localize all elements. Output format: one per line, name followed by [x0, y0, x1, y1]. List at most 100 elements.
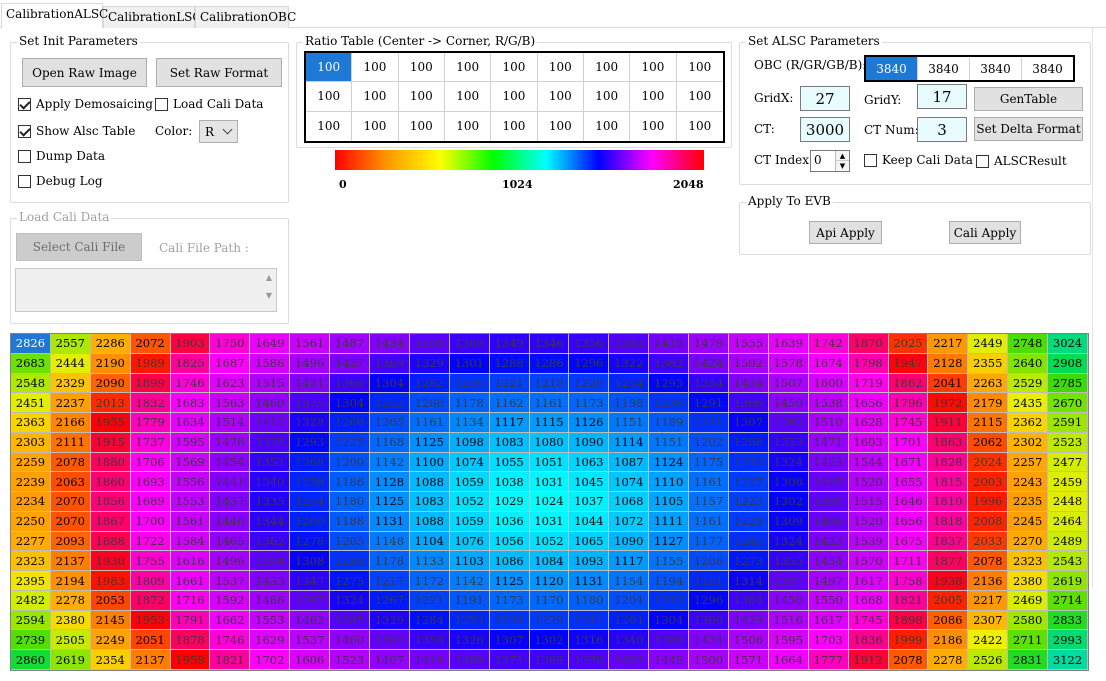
- alsc-grid-cell[interactable]: 1507: [768, 373, 809, 394]
- alsc-grid-cell[interactable]: 1105: [649, 492, 690, 512]
- alsc-grid-cell[interactable]: 1162: [489, 393, 530, 414]
- alsc-grid-cell[interactable]: 1649: [250, 334, 291, 354]
- alsc-grid-cell[interactable]: 1953: [130, 610, 171, 631]
- alsc-grid-cell[interactable]: 2449: [968, 334, 1009, 354]
- alsc-grid-cell[interactable]: 2062: [968, 432, 1009, 453]
- alsc-grid-cell[interactable]: 1074: [609, 472, 650, 493]
- alsc-grid-cell[interactable]: 2078: [50, 452, 91, 473]
- alsc-grid-cell[interactable]: 1090: [569, 432, 610, 453]
- alsc-grid-cell[interactable]: 1326: [449, 630, 490, 651]
- alsc-grid-cell[interactable]: 1278: [290, 531, 331, 552]
- alsc-grid-cell[interactable]: 1241: [569, 610, 610, 631]
- alsc-grid-cell[interactable]: 2086: [928, 610, 969, 631]
- alsc-grid-cell[interactable]: 1860: [90, 472, 131, 493]
- alsc-grid-cell[interactable]: 1037: [569, 492, 610, 512]
- alsc-grid-cell[interactable]: 1170: [529, 590, 570, 611]
- alsc-grid-cell[interactable]: 2580: [1008, 610, 1049, 631]
- alsc-grid-cell[interactable]: 1286: [529, 353, 570, 374]
- alsc-grid-cell[interactable]: 1553: [250, 610, 291, 631]
- alsc-grid-cell[interactable]: 2448: [1048, 492, 1088, 512]
- alsc-grid-cell[interactable]: 1044: [569, 511, 610, 532]
- alsc-grid-cell[interactable]: 1683: [170, 393, 211, 414]
- alsc-grid-cell[interactable]: 1142: [449, 571, 490, 591]
- alsc-grid-cell[interactable]: 1080: [529, 432, 570, 453]
- alsc-grid-cell[interactable]: 1628: [848, 413, 889, 433]
- alsc-grid-cell[interactable]: 1661: [170, 571, 211, 591]
- alsc-grid-cell[interactable]: 1308: [768, 472, 809, 493]
- alsc-grid-cell[interactable]: 1397: [290, 590, 331, 611]
- alsc-grid-cell[interactable]: 1832: [130, 393, 171, 414]
- alsc-grid-cell[interactable]: 1915: [90, 432, 131, 453]
- alsc-grid-cell[interactable]: 1427: [330, 353, 370, 374]
- alsc-grid-cell[interactable]: 1617: [808, 610, 849, 631]
- alsc-grid-cell[interactable]: 2234: [11, 492, 51, 512]
- right-scrollbar[interactable]: [1092, 28, 1106, 588]
- alsc-grid-cell[interactable]: 1059: [449, 511, 490, 532]
- alsc-grid-cell[interactable]: 1208: [409, 393, 450, 414]
- ratio-cell[interactable]: 100: [537, 53, 584, 83]
- alsc-grid-cell[interactable]: 1520: [848, 511, 889, 532]
- alsc-grid-cell[interactable]: 1983: [90, 571, 131, 591]
- alsc-grid-cell[interactable]: 1229: [729, 511, 769, 532]
- dump-data-checkbox[interactable]: Dump Data: [18, 148, 105, 164]
- alsc-grid-cell[interactable]: 1254: [609, 373, 650, 394]
- alsc-grid-cell[interactable]: 2683: [11, 353, 51, 374]
- alsc-grid-cell[interactable]: 1295: [649, 373, 690, 394]
- alsc-grid-cell[interactable]: 1837: [928, 531, 969, 552]
- ct-index-spinner[interactable]: 0 ▲ ▼: [810, 150, 850, 172]
- gridx-field[interactable]: 27: [800, 86, 850, 111]
- alsc-grid-cell[interactable]: 1419: [649, 334, 690, 354]
- alsc-grid-cell[interactable]: 1561: [290, 334, 331, 354]
- alsc-grid-cell[interactable]: 2505: [50, 630, 91, 651]
- alsc-grid-cell[interactable]: 1486: [250, 590, 291, 611]
- alsc-grid-cell[interactable]: 1880: [90, 452, 131, 473]
- alsc-grid-cell[interactable]: 1304: [649, 610, 690, 631]
- alsc-grid-cell[interactable]: 1561: [170, 511, 211, 532]
- ratio-cell[interactable]: 100: [399, 111, 445, 141]
- ratio-cell[interactable]: 100: [491, 111, 538, 141]
- alsc-grid-cell[interactable]: 2355: [968, 353, 1009, 374]
- alsc-grid-cell[interactable]: 2249: [90, 630, 131, 651]
- alsc-grid-cell[interactable]: 2078: [968, 551, 1009, 572]
- alsc-grid-cell[interactable]: 1052: [529, 531, 570, 552]
- alsc-grid-cell[interactable]: 1284: [409, 610, 450, 631]
- alsc-grid-cell[interactable]: 1996: [968, 492, 1009, 512]
- tab-calibration-obc[interactable]: CalibrationOBC: [195, 6, 296, 28]
- alsc-grid-cell[interactable]: 2070: [50, 492, 91, 512]
- alsc-grid-cell[interactable]: 1346: [529, 334, 570, 354]
- alsc-grid-cell[interactable]: 1036: [489, 511, 530, 532]
- alsc-grid-cell[interactable]: 2166: [50, 413, 91, 433]
- alsc-grid-cell[interactable]: 1100: [409, 452, 450, 473]
- alsc-grid-cell[interactable]: 2025: [888, 334, 929, 354]
- alsc-grid-cell[interactable]: 2137: [130, 650, 171, 670]
- ratio-cell[interactable]: 100: [630, 82, 677, 112]
- alsc-grid-cell[interactable]: 1515: [848, 492, 889, 512]
- alsc-grid-cell[interactable]: 1911: [928, 413, 969, 433]
- alsc-grid-cell[interactable]: 1862: [888, 373, 929, 394]
- alsc-grid-cell[interactable]: 1134: [449, 413, 490, 433]
- alsc-grid-cell[interactable]: 1296: [569, 353, 610, 374]
- alsc-grid-cell[interactable]: 2278: [928, 650, 969, 670]
- alsc-grid-cell[interactable]: 2303: [11, 432, 51, 453]
- alsc-grid-cell[interactable]: 2477: [1048, 452, 1088, 473]
- alsc-grid-cell[interactable]: 2024: [968, 452, 1009, 473]
- alsc-grid-cell[interactable]: 2259: [11, 452, 51, 473]
- alsc-grid-cell[interactable]: 1076: [449, 531, 490, 552]
- cali-file-path-textarea[interactable]: ▲ ▼: [15, 268, 277, 312]
- alsc-grid-cell[interactable]: 1375: [290, 393, 331, 414]
- alsc-grid-cell[interactable]: 1537: [290, 630, 331, 651]
- alsc-grid-cell[interactable]: 1403: [609, 650, 650, 670]
- alsc-grid-cell[interactable]: 1243: [729, 531, 769, 552]
- alsc-grid-cell[interactable]: 1538: [808, 393, 849, 414]
- alsc-grid-cell[interactable]: 1177: [689, 531, 729, 552]
- alsc-grid-cell[interactable]: 1656: [848, 393, 889, 414]
- tab-calibration-lsc[interactable]: CalibrationLSC: [103, 6, 202, 28]
- alsc-grid-cell[interactable]: 1510: [808, 413, 849, 433]
- ratio-cell[interactable]: 100: [630, 111, 677, 141]
- alsc-grid-cell[interactable]: 1722: [130, 531, 171, 552]
- alsc-grid-cell[interactable]: 1133: [409, 551, 450, 572]
- alsc-grid-cell[interactable]: 2239: [11, 472, 51, 493]
- alsc-grid-cell[interactable]: 1634: [170, 413, 211, 433]
- alsc-grid-cell[interactable]: 1779: [130, 413, 171, 433]
- alsc-grid-cell[interactable]: 1151: [609, 413, 650, 433]
